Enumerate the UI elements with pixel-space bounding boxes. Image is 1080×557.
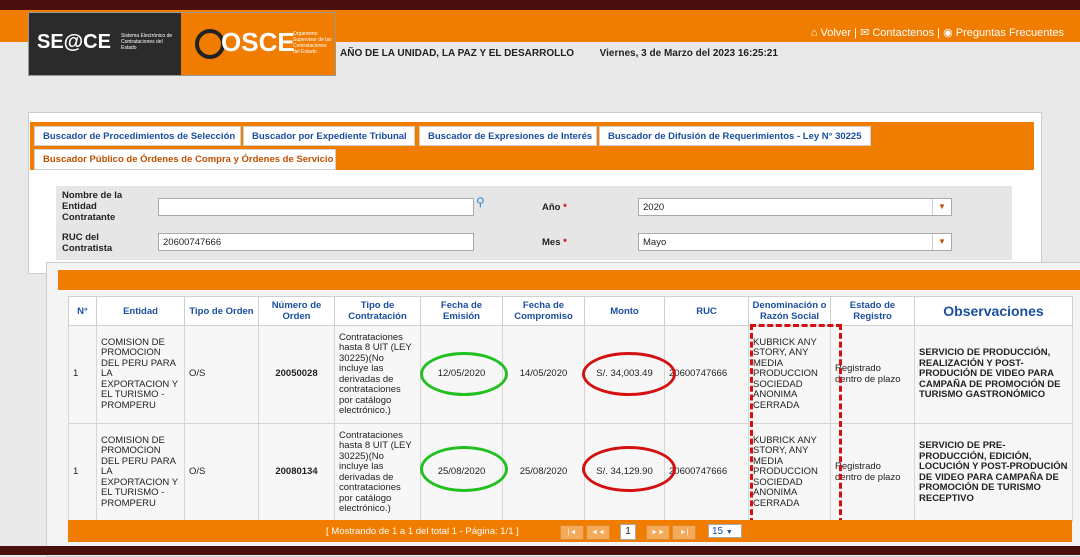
cell-n: 1 — [68, 423, 97, 522]
col-razon-social: Denominación o Razón Social — [748, 296, 831, 326]
rss-icon[interactable]: ◉ — [943, 27, 953, 39]
mes-select[interactable]: Mayo ▼ — [638, 233, 952, 251]
chevron-down-icon[interactable]: ▼ — [932, 199, 951, 215]
contactenos-link[interactable]: Contactenos — [872, 27, 934, 39]
highlight-razon-social — [750, 324, 842, 524]
col-fecha-compromiso: Fecha de Compromiso — [502, 296, 585, 326]
next-page-button[interactable]: ►► — [646, 525, 670, 540]
cell-fecha-compromiso: 14/05/2020 — [502, 325, 585, 424]
col-numero: Número de Orden — [258, 296, 335, 326]
cell-numero: 20080134 — [258, 423, 335, 522]
cell-entidad: COMISION DE PROMOCION DEL PERU PARA LA E… — [96, 423, 185, 522]
col-monto: Monto — [584, 296, 665, 326]
cell-numero: 20050028 — [258, 325, 335, 424]
highlight-fecha-1 — [420, 352, 508, 396]
cell-entidad: COMISION DE PROMOCION DEL PERU PARA LA E… — [96, 325, 185, 424]
anio-select[interactable]: 2020 ▼ — [638, 198, 952, 216]
table-row[interactable]: 1 COMISION DE PROMOCION DEL PERU PARA LA… — [68, 423, 1073, 522]
last-page-button[interactable]: ►| — [672, 525, 696, 540]
cell-tipo-orden: O/S — [184, 423, 259, 522]
results-table: N° Entidad Tipo de Orden Número de Orden… — [68, 296, 1073, 522]
cell-estado: Registrado dentro de plazo — [830, 423, 915, 522]
col-observaciones: Observaciones — [914, 296, 1073, 326]
datetime: Viernes, 3 de Marzo del 2023 16:25:21 — [599, 48, 778, 59]
top-nav: ⌂ Volver | ✉ Contactenos | ◉ Preguntas F… — [810, 27, 1064, 39]
pagination-bar: [ Mostrando de 1 a 1 del total 1 - Págin… — [68, 520, 1072, 542]
osce-logo: OSCE Organismo Supervisor de las Contrat… — [181, 13, 335, 75]
cell-observaciones: SERVICIO DE PRE-PRODUCCIÓN, EDICIÓN, LOC… — [914, 423, 1073, 522]
mes-label: Mes * — [542, 237, 567, 248]
cell-ruc: 20600747666 — [664, 423, 749, 522]
highlight-monto-2 — [582, 446, 676, 492]
ruc-label: RUC del Contratista — [62, 232, 113, 254]
year-motto: AÑO DE LA UNIDAD, LA PAZ Y EL DESARROLLO — [340, 48, 575, 59]
search-form: Nombre de la Entidad Contratante ⚲ Año *… — [56, 186, 1012, 260]
col-estado: Estado de Registro — [830, 296, 915, 326]
col-ruc: RUC — [664, 296, 749, 326]
home-icon[interactable]: ⌂ — [811, 27, 818, 39]
tab-procedimientos[interactable]: Buscador de Procedimientos de Selección — [34, 126, 241, 146]
tabs-bar: Buscador de Procedimientos de Selección … — [30, 122, 1034, 170]
bottom-dark-bar — [0, 546, 1080, 555]
entidad-label: Nombre de la Entidad Contratante — [62, 190, 123, 223]
tab-difusion[interactable]: Buscador de Difusión de Requerimientos -… — [599, 126, 871, 146]
col-tipo-contratacion: Tipo de Contratación — [334, 296, 421, 326]
top-dark-bar — [0, 0, 1080, 10]
mail-icon[interactable]: ✉ — [860, 27, 869, 39]
cell-estado: Registrado dentro de plazo — [830, 325, 915, 424]
entidad-input[interactable] — [158, 198, 474, 216]
first-page-button[interactable]: |◄ — [560, 525, 584, 540]
cell-n: 1 — [68, 325, 97, 424]
preguntas-link[interactable]: Preguntas Frecuentes — [956, 27, 1064, 39]
tab-expediente[interactable]: Buscador por Expediente Tribunal — [243, 126, 415, 146]
cell-tipo-contratacion: Contrataciones hasta 8 UIT (LEY 30225)(N… — [334, 325, 421, 424]
seace-logo: SE@CE Sistema Electrónico de Contratacio… — [29, 13, 181, 75]
page-size-select[interactable]: 15 ▼ — [708, 524, 742, 538]
cell-ruc: 20600747666 — [664, 325, 749, 424]
col-entidad: Entidad — [96, 296, 185, 326]
volver-link[interactable]: Volver — [821, 27, 852, 39]
header-info: AÑO DE LA UNIDAD, LA PAZ Y EL DESARROLLO… — [340, 48, 778, 59]
col-n: N° — [68, 296, 97, 326]
search-icon[interactable]: ⚲ — [476, 195, 485, 209]
current-page[interactable]: 1 — [620, 524, 636, 540]
prev-page-button[interactable]: ◄◄ — [586, 525, 610, 540]
col-tipo-orden: Tipo de Orden — [184, 296, 259, 326]
cell-tipo-contratacion: Contrataciones hasta 8 UIT (LEY 30225)(N… — [334, 423, 421, 522]
chevron-down-icon: ▼ — [725, 529, 733, 536]
table-header-row: N° Entidad Tipo de Orden Número de Orden… — [68, 296, 1073, 326]
highlight-monto-1 — [582, 352, 676, 396]
anio-label: Año * — [542, 202, 567, 213]
tab-expresiones[interactable]: Buscador de Expresiones de Interés — [419, 126, 597, 146]
highlight-fecha-2 — [420, 446, 508, 492]
table-row[interactable]: 1 COMISION DE PROMOCION DEL PERU PARA LA… — [68, 325, 1073, 424]
cell-fecha-compromiso: 25/08/2020 — [502, 423, 585, 522]
cell-tipo-orden: O/S — [184, 325, 259, 424]
tab-ordenes[interactable]: Buscador Público de Órdenes de Compra y … — [34, 149, 336, 170]
col-fecha-emision: Fecha de Emisión — [420, 296, 503, 326]
pagination-info: [ Mostrando de 1 a 1 del total 1 - Págin… — [326, 526, 519, 537]
results-bar — [58, 270, 1080, 290]
chevron-down-icon[interactable]: ▼ — [932, 234, 951, 250]
ruc-input[interactable]: 20600747666 — [158, 233, 474, 251]
cell-observaciones: SERVICIO DE PRODUCCIÓN, REALIZACIÓN Y PO… — [914, 325, 1073, 424]
header-logo: SE@CE Sistema Electrónico de Contratacio… — [28, 12, 336, 76]
